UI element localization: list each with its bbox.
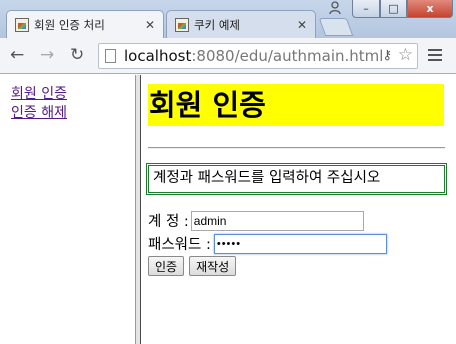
page-favicon-icon (175, 17, 189, 32)
horizontal-rule (148, 147, 445, 149)
account-row: 계 정 : (148, 209, 387, 232)
password-input[interactable] (213, 233, 387, 254)
tab-close-icon[interactable]: ✕ (145, 18, 155, 32)
maximize-button[interactable]: □ (380, 0, 407, 18)
login-link[interactable]: 회원 인증 (11, 85, 135, 104)
new-tab-button[interactable] (318, 18, 354, 36)
address-bar[interactable]: localhost:8080/edu/authmain.html ⚷ ☆ (98, 43, 418, 69)
tab-title: 쿠키 예제 (194, 17, 240, 32)
page-favicon-icon (15, 17, 29, 32)
bookmark-star-icon[interactable]: ☆ (398, 45, 413, 65)
tab-title: 회원 인증 처리 (34, 17, 105, 32)
tab-cookie[interactable]: 쿠키 예제 ✕ (166, 10, 316, 38)
reset-button[interactable]: 재작성 (189, 256, 237, 276)
url-host: localhost (124, 47, 192, 65)
page-heading: 회원 인증 (148, 84, 444, 126)
instruction-box: 계정과 패스워드를 입력하여 주십시오 (146, 163, 447, 195)
forward-arrow-icon[interactable]: → (40, 47, 54, 64)
back-arrow-icon[interactable]: ← (10, 47, 24, 64)
minimize-button[interactable]: – (352, 0, 380, 18)
account-input[interactable] (190, 210, 364, 231)
page-content: 회원 인증 인증 해제 회원 인증 계정과 패스워드를 입력하여 주십시오 계 … (0, 75, 456, 344)
browser-titlebar: 회원 인증 처리 ✕ 쿠키 예제 ✕ – □ x (0, 0, 456, 38)
url-path: :8080/edu/authmain.html (191, 47, 384, 65)
page-icon (105, 49, 116, 63)
tab-close-icon[interactable]: ✕ (297, 18, 307, 32)
reload-icon[interactable]: ↻ (70, 47, 84, 64)
right-frame: 회원 인증 계정과 패스워드를 입력하여 주십시오 계 정 : 패스워드 : 인… (141, 75, 456, 344)
login-form: 계 정 : 패스워드 : 인증 재작성 (148, 209, 387, 276)
password-row: 패스워드 : (148, 232, 387, 255)
user-profile-icon[interactable] (323, 0, 347, 16)
submit-button[interactable]: 인증 (148, 256, 185, 276)
close-window-button[interactable]: x (407, 0, 453, 18)
menu-icon[interactable] (428, 49, 442, 61)
tab-auth[interactable]: 회원 인증 처리 ✕ (6, 10, 164, 38)
key-icon[interactable]: ⚷ (382, 48, 392, 63)
password-label: 패스워드 : (148, 237, 211, 253)
account-label: 계 정 : (148, 214, 189, 230)
form-buttons: 인증 재작성 (148, 256, 387, 276)
left-frame: 회원 인증 인증 해제 (0, 75, 135, 344)
logout-link[interactable]: 인증 해제 (11, 104, 135, 123)
browser-toolbar: ← → ↻ localhost:8080/edu/authmain.html ⚷… (0, 38, 456, 74)
